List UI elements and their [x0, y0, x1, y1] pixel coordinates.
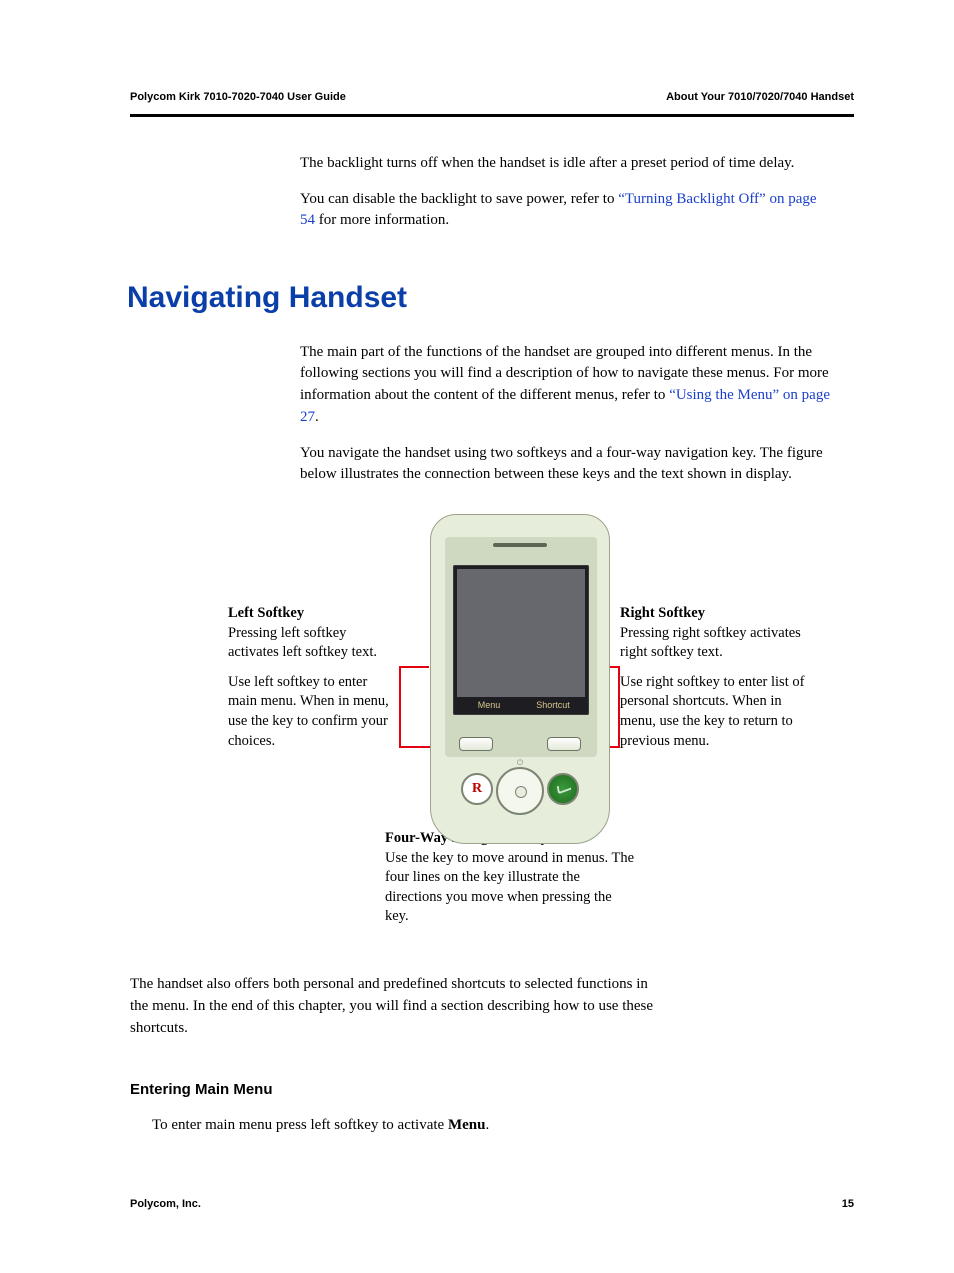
entering-main-menu-step: To enter main menu press left softkey to…: [152, 1115, 660, 1137]
step-pre: To enter main menu press left softkey to…: [152, 1117, 448, 1133]
softkey-bar: Menu Shortcut: [457, 699, 585, 712]
footer-page-number: 15: [842, 1197, 854, 1213]
subsection-entering-main-menu: Entering Main Menu: [130, 1079, 660, 1101]
body-column: The backlight turns off when the handset…: [300, 153, 830, 232]
after-diagram-body: The handset also offers both personal an…: [130, 974, 660, 1137]
screen-softkey-left: Menu: [457, 699, 521, 712]
callout-right-softkey: Right Softkey Pressing right softkey act…: [620, 604, 820, 751]
callout-left-softkey: Left Softkey Pressing left softkey activ…: [228, 604, 398, 751]
intro-paragraph-1: The backlight turns off when the handset…: [300, 153, 830, 175]
left-softkey-title: Left Softkey: [228, 605, 304, 621]
left-softkey-button: [459, 737, 493, 751]
lead-line: [618, 666, 620, 746]
intro-p2-pre: You can disable the backlight to save po…: [300, 191, 618, 207]
step-menu-bold: Menu: [448, 1117, 486, 1133]
earpiece-icon: [493, 543, 547, 547]
left-softkey-p2: Use left softkey to enter main menu. Whe…: [228, 673, 398, 751]
lead-line: [399, 666, 401, 746]
four-way-nav-key: [496, 767, 544, 815]
nav-paragraph-1: The main part of the functions of the ha…: [300, 342, 830, 429]
section-heading-navigating-handset: Navigating Handset: [127, 276, 854, 320]
header-chapter-title: About Your 7010/7020/7040 Handset: [666, 90, 854, 106]
right-softkey-title: Right Softkey: [620, 605, 705, 621]
power-icon: ⏻: [510, 757, 530, 767]
nav-paragraph-2: You navigate the handset using two softk…: [300, 443, 830, 487]
left-softkey-p1: Pressing left softkey activates left sof…: [228, 625, 377, 661]
step-post: .: [485, 1117, 489, 1133]
intro-paragraph-2: You can disable the backlight to save po…: [300, 189, 830, 233]
header-guide-title: Polycom Kirk 7010-7020-7040 User Guide: [130, 90, 346, 106]
nav-key-desc: Use the key to move around in menus. The…: [385, 850, 634, 925]
nav-body: The main part of the functions of the ha…: [300, 342, 830, 487]
screen-softkey-right: Shortcut: [521, 699, 585, 712]
right-softkey-p1: Pressing right softkey activates right s…: [620, 625, 801, 661]
handset-illustration: Menu Shortcut ⏻ R: [430, 514, 610, 844]
right-softkey-button: [547, 737, 581, 751]
call-button: [547, 773, 579, 805]
screen-body: [457, 569, 585, 697]
intro-p2-post: for more information.: [315, 212, 449, 228]
lead-line: [399, 666, 429, 668]
page-header: Polycom Kirk 7010-7020-7040 User Guide A…: [130, 90, 854, 114]
r-button: R: [461, 773, 493, 805]
after-diagram-paragraph: The handset also offers both personal an…: [130, 974, 660, 1039]
footer-company: Polycom, Inc.: [130, 1197, 201, 1213]
nav-p1-post: .: [315, 409, 319, 425]
header-rule: [130, 114, 854, 117]
handset-diagram: Left Softkey Pressing left softkey activ…: [130, 514, 850, 944]
right-softkey-p2: Use right softkey to enter list of perso…: [620, 673, 820, 751]
page-footer: Polycom, Inc. 15: [130, 1197, 854, 1213]
handset-screen: Menu Shortcut: [453, 565, 589, 715]
